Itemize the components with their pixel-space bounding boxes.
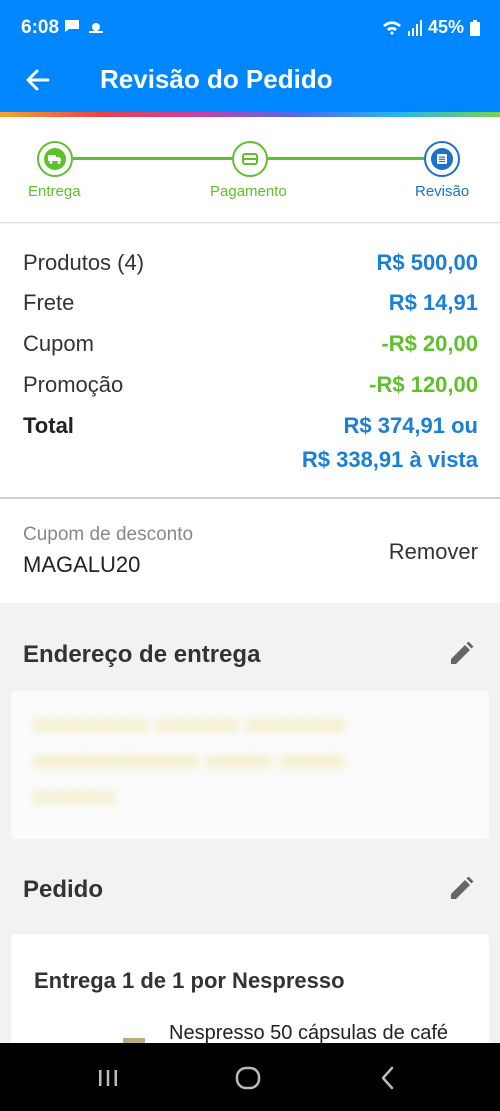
home-icon[interactable] xyxy=(233,1063,263,1093)
coupon-value: -R$ 20,00 xyxy=(381,331,478,356)
header: 6:08 45% Revisão do Pedido xyxy=(0,0,500,114)
total-label: Total xyxy=(23,413,74,438)
promo-value: -R$ 120,00 xyxy=(369,372,478,397)
coupon-section-label: Cupom de desconto xyxy=(23,524,194,545)
shipping-value: R$ 14,91 xyxy=(388,290,478,315)
shipping-label: Frete xyxy=(23,290,75,315)
edit-address-icon[interactable] xyxy=(447,640,475,668)
summary-row-products: Produtos (4) R$ 500,00 xyxy=(23,250,478,282)
address-card[interactable]: ▀▀▀▀▀▀▀ ▀▀▀▀▀ ▀▀▀▀▀▀ ▀▀▀▀▀▀▀▀▀▀ ▀▀▀▀ ▀▀▀… xyxy=(11,691,489,839)
summary-row-cash: R$ 338,91 à vista xyxy=(23,447,478,479)
address-section-title: Endereço de entrega xyxy=(23,641,261,668)
coupon-code: MAGALU20 xyxy=(23,552,141,577)
status-time: 6:08 xyxy=(21,17,60,38)
truck-icon xyxy=(44,148,66,170)
step-connector xyxy=(73,157,232,160)
edit-order-icon[interactable] xyxy=(447,875,475,903)
list-icon xyxy=(431,148,453,170)
order-section-title: Pedido xyxy=(23,876,104,903)
coupon-section: Cupom de desconto MAGALU20 Remover xyxy=(0,499,500,603)
signal-icon xyxy=(407,19,422,36)
battery-icon xyxy=(470,19,480,36)
summary-row-shipping: Frete R$ 14,91 xyxy=(23,290,478,322)
step-label-revisao: Revisão xyxy=(415,183,470,200)
total-value: R$ 374,91 ou xyxy=(343,413,478,438)
step-label-pagamento: Pagamento xyxy=(210,183,287,200)
step-revisao[interactable] xyxy=(424,141,460,177)
recent-apps-icon[interactable] xyxy=(93,1063,123,1093)
summary-row-total: Total R$ 374,91 ou xyxy=(23,413,478,445)
wifi-icon xyxy=(382,20,401,35)
summary-row-promo: Promoção -R$ 120,00 xyxy=(23,372,478,404)
step-connector xyxy=(268,157,424,160)
promo-label: Promoção xyxy=(23,372,124,397)
step-label-entrega: Entrega xyxy=(28,183,81,200)
product-name[interactable]: Nespresso 50 cápsulas de café xyxy=(169,1022,448,1045)
message-icon xyxy=(65,20,79,32)
coupon-label: Cupom xyxy=(23,331,94,356)
step-entrega[interactable] xyxy=(37,141,73,177)
system-nav-bar xyxy=(0,1043,500,1111)
remove-coupon-button[interactable]: Remover xyxy=(389,539,478,565)
summary-row-coupon: Cupom -R$ 20,00 xyxy=(23,331,478,363)
battery-level: 45% xyxy=(427,17,464,37)
card-icon xyxy=(242,153,258,165)
back-icon[interactable] xyxy=(373,1063,403,1093)
total-cash-value: R$ 338,91 à vista xyxy=(301,447,478,472)
step-pagamento[interactable] xyxy=(232,141,268,177)
checkout-stepper: Entrega Pagamento Revisão xyxy=(0,117,500,223)
status-bar: 6:08 45% xyxy=(0,0,500,56)
back-arrow-icon[interactable] xyxy=(22,64,54,96)
order-summary: Produtos (4) R$ 500,00 Frete R$ 14,91 Cu… xyxy=(0,224,500,497)
weather-icon xyxy=(89,23,103,33)
products-label: Produtos (4) xyxy=(23,250,145,275)
products-value: R$ 500,00 xyxy=(376,250,478,275)
page-title: Revisão do Pedido xyxy=(100,64,333,94)
shipment-title: Entrega 1 de 1 por Nespresso xyxy=(34,968,345,993)
